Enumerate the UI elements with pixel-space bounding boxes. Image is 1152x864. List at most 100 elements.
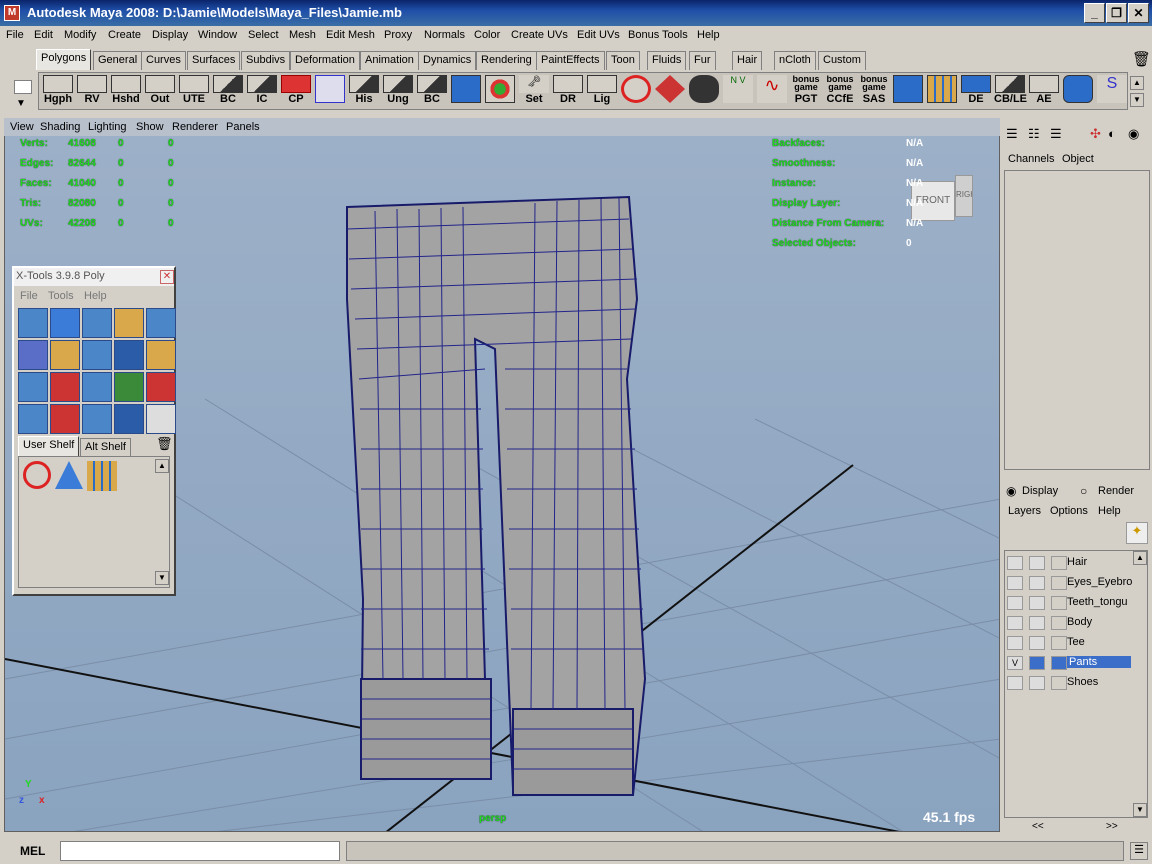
tab-deformation[interactable]: Deformation bbox=[290, 51, 360, 70]
layer-row[interactable]: Shoes bbox=[1005, 673, 1135, 693]
xtool-icon-17[interactable] bbox=[50, 404, 80, 434]
user-shelf-redo-icon[interactable] bbox=[23, 461, 51, 489]
tab-rendering[interactable]: Rendering bbox=[476, 51, 537, 70]
shelf-tool-dr[interactable]: DR bbox=[552, 75, 584, 109]
layer-row[interactable]: Eyes_Eyebro bbox=[1005, 573, 1135, 593]
xtool-icon-15[interactable] bbox=[146, 372, 176, 402]
shelf-tool-ae[interactable]: AE bbox=[1028, 75, 1060, 109]
xtool-icon-8[interactable] bbox=[82, 340, 112, 370]
layer-row[interactable]: Tee bbox=[1005, 633, 1135, 653]
menu-edit-uvs[interactable]: Edit UVs bbox=[577, 29, 620, 41]
shelf-uv-plane-icon[interactable] bbox=[892, 75, 924, 109]
menu-bonus-tools[interactable]: Bonus Tools bbox=[628, 29, 688, 41]
menu-mesh[interactable]: Mesh bbox=[289, 29, 316, 41]
layer-menu-layers[interactable]: Layers bbox=[1008, 505, 1041, 517]
layer-row[interactable]: Teeth_tongu bbox=[1005, 593, 1135, 613]
xtool-icon-12[interactable] bbox=[50, 372, 80, 402]
layer-menu-help[interactable]: Help bbox=[1098, 505, 1121, 517]
xtools-title-bar[interactable]: X-Tools 3.9.8 Poly ✕ bbox=[14, 268, 174, 286]
tab-toon[interactable]: Toon bbox=[606, 51, 640, 70]
minimize-button[interactable]: _ bbox=[1084, 3, 1105, 23]
tab-fluids[interactable]: Fluids bbox=[647, 51, 687, 70]
layer-scroll-up[interactable]: ▲ bbox=[1133, 551, 1147, 565]
xtool-icon-16[interactable] bbox=[18, 404, 48, 434]
tab-custom[interactable]: Custom bbox=[818, 51, 866, 70]
xtools-tab-user-shelf[interactable]: User Shelf bbox=[18, 436, 80, 457]
shelf-curve-select-icon[interactable]: S bbox=[1096, 75, 1128, 109]
panel-menu-view[interactable]: View bbox=[10, 121, 34, 133]
shelf-tool-bonus-pgt[interactable]: bonus game PGT bbox=[790, 75, 822, 109]
tab-fur[interactable]: Fur bbox=[689, 51, 716, 70]
shelf-scroll-up[interactable]: ▲ bbox=[1130, 76, 1144, 90]
layer-row[interactable]: Hair bbox=[1005, 553, 1135, 573]
shelf-tool-ute[interactable]: UTE bbox=[178, 75, 210, 109]
menu-color[interactable]: Color bbox=[474, 29, 500, 41]
render-radio[interactable]: ○ bbox=[1080, 484, 1087, 498]
layer-row[interactable]: Body bbox=[1005, 613, 1135, 633]
shelf-tool-bc[interactable]: BC bbox=[212, 75, 244, 109]
menu-proxy[interactable]: Proxy bbox=[384, 29, 412, 41]
xtool-icon-11[interactable] bbox=[18, 372, 48, 402]
xtool-icon-13[interactable] bbox=[82, 372, 112, 402]
tab-painteffects[interactable]: PaintEffects bbox=[536, 51, 605, 70]
menu-edit-mesh[interactable]: Edit Mesh bbox=[326, 29, 375, 41]
shelf-wireframe-cube-icon[interactable] bbox=[314, 75, 346, 109]
shelf-curve-tool-icon[interactable]: ∿ bbox=[756, 75, 788, 109]
xtool-icon-6[interactable] bbox=[18, 340, 48, 370]
layer-prev-button[interactable]: << bbox=[1032, 821, 1044, 832]
tab-hair[interactable]: Hair bbox=[732, 51, 763, 70]
shelf-spheres-icon[interactable] bbox=[484, 75, 516, 109]
display-toggle-icon[interactable]: ◐ bbox=[1108, 126, 1124, 142]
shelf-scroll-down[interactable]: ▼ bbox=[1130, 93, 1144, 107]
shelf-tool-his[interactable]: His bbox=[348, 75, 380, 109]
xtool-icon-18[interactable] bbox=[82, 404, 112, 434]
shelf-blue-box-icon[interactable] bbox=[450, 75, 482, 109]
maximize-button[interactable]: ❐ bbox=[1106, 3, 1127, 23]
shelf-trash-icon[interactable]: 🗑 bbox=[1132, 50, 1151, 68]
new-layer-icon[interactable]: ✦ bbox=[1126, 522, 1148, 544]
view-cube-right[interactable]: RIGHT bbox=[955, 175, 973, 217]
layer-next-button[interactable]: >> bbox=[1106, 821, 1118, 832]
tab-general[interactable]: General bbox=[93, 51, 143, 70]
xtools-menu-tools[interactable]: Tools bbox=[48, 290, 74, 302]
menu-help[interactable]: Help bbox=[697, 29, 720, 41]
menu-window[interactable]: Window bbox=[198, 29, 237, 41]
shelf-tool-bc2[interactable]: BC bbox=[416, 75, 448, 109]
xtool-icon-19[interactable] bbox=[114, 404, 144, 434]
shelf-cylinder-icon[interactable] bbox=[1062, 75, 1094, 109]
menu-create[interactable]: Create bbox=[108, 29, 141, 41]
close-button[interactable]: ✕ bbox=[1128, 3, 1149, 23]
user-shelf-uv-icon[interactable] bbox=[87, 461, 117, 491]
user-shelf-scroll-up[interactable]: ▲ bbox=[155, 459, 169, 473]
shelf-tool-ung[interactable]: Ung bbox=[382, 75, 414, 109]
menu-display[interactable]: Display bbox=[152, 29, 188, 41]
manipulator-icon[interactable]: ✣ bbox=[1090, 126, 1106, 142]
xtool-icon-10[interactable] bbox=[146, 340, 176, 370]
tab-dynamics[interactable]: Dynamics bbox=[418, 51, 477, 70]
layer-scroll-down[interactable]: ▼ bbox=[1133, 803, 1147, 817]
xtool-icon-9[interactable] bbox=[114, 340, 144, 370]
shelf-tool-bonus-ccfe[interactable]: bonus game CCfE bbox=[824, 75, 856, 109]
xtool-icon-3[interactable] bbox=[82, 308, 112, 338]
shelf-tool-cp[interactable]: CP bbox=[280, 75, 312, 109]
xtool-icon-4[interactable] bbox=[114, 308, 144, 338]
shelf-tool-out[interactable]: Out bbox=[144, 75, 176, 109]
tool-settings-layout-icon[interactable]: ☰ bbox=[1050, 126, 1066, 142]
xtool-icon-2[interactable] bbox=[50, 308, 80, 338]
shelf-tab-toggle[interactable] bbox=[14, 80, 32, 94]
user-shelf-cone-icon[interactable] bbox=[55, 461, 83, 489]
script-editor-icon[interactable]: ☰ bbox=[1130, 842, 1148, 860]
xtools-menu-help[interactable]: Help bbox=[84, 290, 107, 302]
shelf-uv-grid-icon[interactable] bbox=[926, 75, 958, 109]
shelf-tool-rv[interactable]: RV bbox=[76, 75, 108, 109]
menu-edit[interactable]: Edit bbox=[34, 29, 53, 41]
user-shelf-scroll-down[interactable]: ▼ bbox=[155, 571, 169, 585]
display-radio-selected[interactable]: ◉ bbox=[1006, 484, 1016, 498]
command-language-label[interactable]: MEL bbox=[20, 844, 45, 858]
shading-toggle-icon[interactable]: ◉ bbox=[1128, 126, 1144, 142]
shelf-tool-cb-le[interactable]: CB/LE bbox=[994, 75, 1027, 109]
shelf-move-tool-icon[interactable] bbox=[654, 75, 686, 109]
shelf-tool-bonus-sas[interactable]: bonus game SAS bbox=[858, 75, 890, 109]
tab-ncloth[interactable]: nCloth bbox=[774, 51, 816, 70]
layer-row-selected[interactable]: V Pants bbox=[1005, 653, 1135, 673]
